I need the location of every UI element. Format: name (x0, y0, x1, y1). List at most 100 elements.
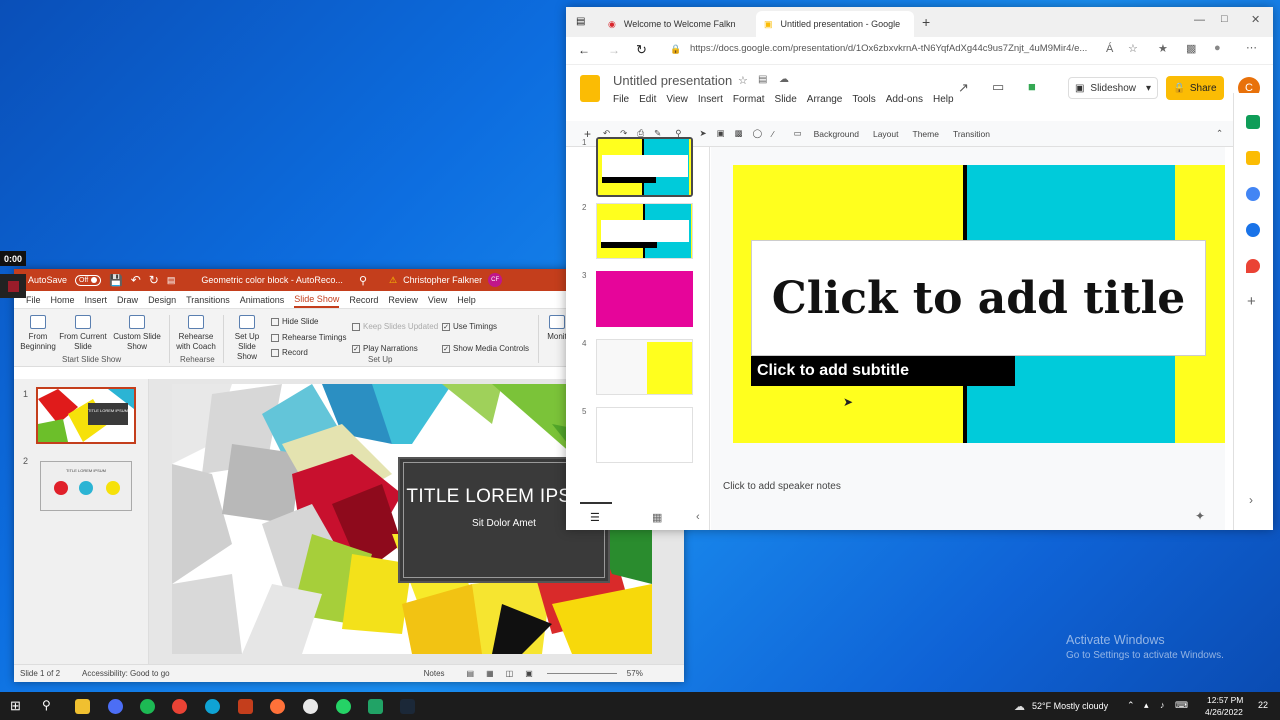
notes-button[interactable]: Notes (424, 669, 445, 678)
reload-icon[interactable]: ↻ (636, 42, 647, 58)
gmenu-format[interactable]: Format (733, 94, 765, 105)
slideshow-view-icon[interactable]: ▣ (525, 669, 533, 678)
normal-view-icon[interactable]: ▤ (467, 669, 475, 678)
slack-icon[interactable] (303, 699, 318, 714)
gmenu-slide[interactable]: Slide (775, 94, 797, 105)
subtitle-placeholder[interactable]: Click to add subtitle (751, 356, 1015, 386)
reading-view-icon[interactable]: ◫ (506, 669, 514, 678)
speaker-notes[interactable]: Click to add speaker notes (723, 481, 841, 492)
extensions-icon[interactable]: ▩ (1186, 42, 1196, 55)
gmenu-edit[interactable]: Edit (639, 94, 656, 105)
google-slides-logo[interactable] (580, 75, 600, 102)
tab-actions-icon[interactable]: ▤ (576, 16, 585, 27)
gmenu-help[interactable]: Help (933, 94, 954, 105)
volume-icon[interactable]: ♪ (1160, 700, 1165, 710)
collapse-panel-icon[interactable]: ‹ (696, 511, 700, 523)
rehearse-timings-button[interactable]: Rehearse Timings (271, 333, 346, 342)
tab-google-slides[interactable]: ▣ Untitled presentation - Google S (756, 11, 914, 37)
menu-file[interactable]: File (26, 293, 41, 307)
maps-icon[interactable] (1246, 259, 1260, 273)
current-slide[interactable]: Click to add title Click to add subtitle (733, 165, 1225, 443)
layout-button[interactable]: Layout (873, 129, 899, 139)
menu-animations[interactable]: Animations (240, 293, 285, 307)
ppt-user-avatar[interactable]: CF (488, 273, 503, 287)
slides-thumb-3[interactable] (596, 271, 693, 327)
keyboard-icon[interactable]: ⌨ (1175, 700, 1188, 711)
tab-welcome[interactable]: ◉ Welcome to Welcome Falkn (600, 11, 756, 37)
new-tab-button[interactable]: + (922, 14, 930, 30)
background-button[interactable]: Background (814, 129, 859, 139)
collections-icon[interactable]: ★ (1158, 42, 1168, 55)
meet-icon[interactable]: ■ (1028, 79, 1036, 94)
play-narrations-checkbox[interactable]: ✓ Play Narrations (352, 344, 418, 353)
edge-icon[interactable] (205, 699, 220, 714)
sheets-app-icon[interactable] (368, 699, 383, 714)
gmenu-arrange[interactable]: Arrange (807, 94, 843, 105)
slides-thumb-5[interactable] (596, 407, 693, 463)
gmenu-insert[interactable]: Insert (698, 94, 723, 105)
forward-icon[interactable]: → (608, 43, 620, 57)
menu-record[interactable]: Record (349, 293, 378, 307)
theme-button[interactable]: Theme (913, 129, 939, 139)
url-field[interactable]: https://docs.google.com/presentation/d/1… (690, 43, 1087, 54)
app-icon[interactable] (108, 699, 123, 714)
undo-icon[interactable]: ↶ (131, 273, 141, 287)
slides-thumb-1[interactable] (596, 137, 693, 197)
menu-slide-show[interactable]: Slide Show (294, 292, 340, 308)
profile-icon[interactable]: ● (1214, 42, 1221, 54)
weather-text[interactable]: 52°F Mostly cloudy (1032, 701, 1108, 711)
network-icon[interactable]: ▴ (1144, 700, 1149, 711)
menu-home[interactable]: Home (51, 293, 75, 307)
rehearse-coach-button[interactable]: Rehearse with Coach (173, 315, 219, 352)
select-icon[interactable]: ➤ (699, 128, 706, 139)
sheets-icon[interactable] (1246, 115, 1260, 129)
minimize-button[interactable]: — (1194, 14, 1205, 26)
ppt-user-name[interactable]: Christopher Falkner (403, 275, 482, 285)
move-icon[interactable]: ▤ (758, 74, 767, 85)
maximize-button[interactable]: □ (1221, 13, 1228, 25)
menu-draw[interactable]: Draw (117, 293, 138, 307)
menu-design[interactable]: Design (148, 293, 176, 307)
line-icon[interactable]: ∕ (772, 129, 773, 139)
slides-thumb-2[interactable] (596, 203, 693, 259)
record-button[interactable]: Record (271, 348, 308, 357)
slideshow-button[interactable]: ▣ Slideshow ▾ (1068, 77, 1158, 99)
zoom-level[interactable]: 57% (627, 669, 643, 678)
powerpoint-icon[interactable] (238, 699, 253, 714)
ppt-slide-thumb-1[interactable]: TITLE LOREM IPSUM (36, 387, 136, 444)
from-beginning-button[interactable]: From Beginning (20, 315, 56, 352)
redo-icon[interactable]: ↻ (149, 273, 159, 287)
weather-icon[interactable]: ☁ (1014, 700, 1025, 713)
doc-title[interactable]: Untitled presentation (613, 73, 732, 88)
search-icon[interactable]: ⚲ (42, 698, 51, 712)
gmenu-file[interactable]: File (613, 94, 629, 105)
clock-time[interactable]: 12:57 PM (1207, 695, 1243, 705)
present-icon[interactable]: ▤ (167, 275, 176, 286)
menu-insert[interactable]: Insert (85, 293, 108, 307)
gmenu-tools[interactable]: Tools (852, 94, 875, 105)
sorter-view-icon[interactable]: ▦ (486, 669, 494, 678)
show-media-checkbox[interactable]: ✓ Show Media Controls (442, 344, 529, 353)
explore-icon[interactable]: ✦ (1195, 509, 1205, 523)
menu-view[interactable]: View (428, 293, 447, 307)
gmenu-view[interactable]: View (666, 94, 688, 105)
transition-button[interactable]: Transition (953, 129, 990, 139)
search-icon[interactable]: ⚲ (359, 274, 367, 287)
from-current-button[interactable]: From Current Slide (58, 315, 108, 352)
spotify-icon[interactable] (140, 699, 155, 714)
back-icon[interactable]: ← (578, 43, 590, 57)
setup-show-button[interactable]: Set Up Slide Show (227, 315, 267, 362)
textbox-icon[interactable]: ▣ (717, 128, 725, 139)
show-side-panel-icon[interactable]: › (1249, 493, 1253, 507)
menu-review[interactable]: Review (388, 293, 418, 307)
add-addon-icon[interactable]: + (1247, 293, 1256, 310)
filmstrip-view-icon[interactable]: ☰ (590, 511, 600, 524)
ppt-slide-thumb-2[interactable]: TITLE LOREM IPSUM (40, 461, 132, 511)
accessibility-status[interactable]: Accessibility: Good to go (82, 669, 170, 678)
comments-icon[interactable]: ▭ (992, 79, 1004, 95)
share-button[interactable]: 🔒 Share (1166, 76, 1224, 100)
read-aloud-icon[interactable]: Á (1106, 43, 1113, 55)
whatsapp-icon[interactable] (336, 699, 351, 714)
gmenu-addons[interactable]: Add-ons (886, 94, 923, 105)
contacts-icon[interactable] (1246, 223, 1260, 237)
